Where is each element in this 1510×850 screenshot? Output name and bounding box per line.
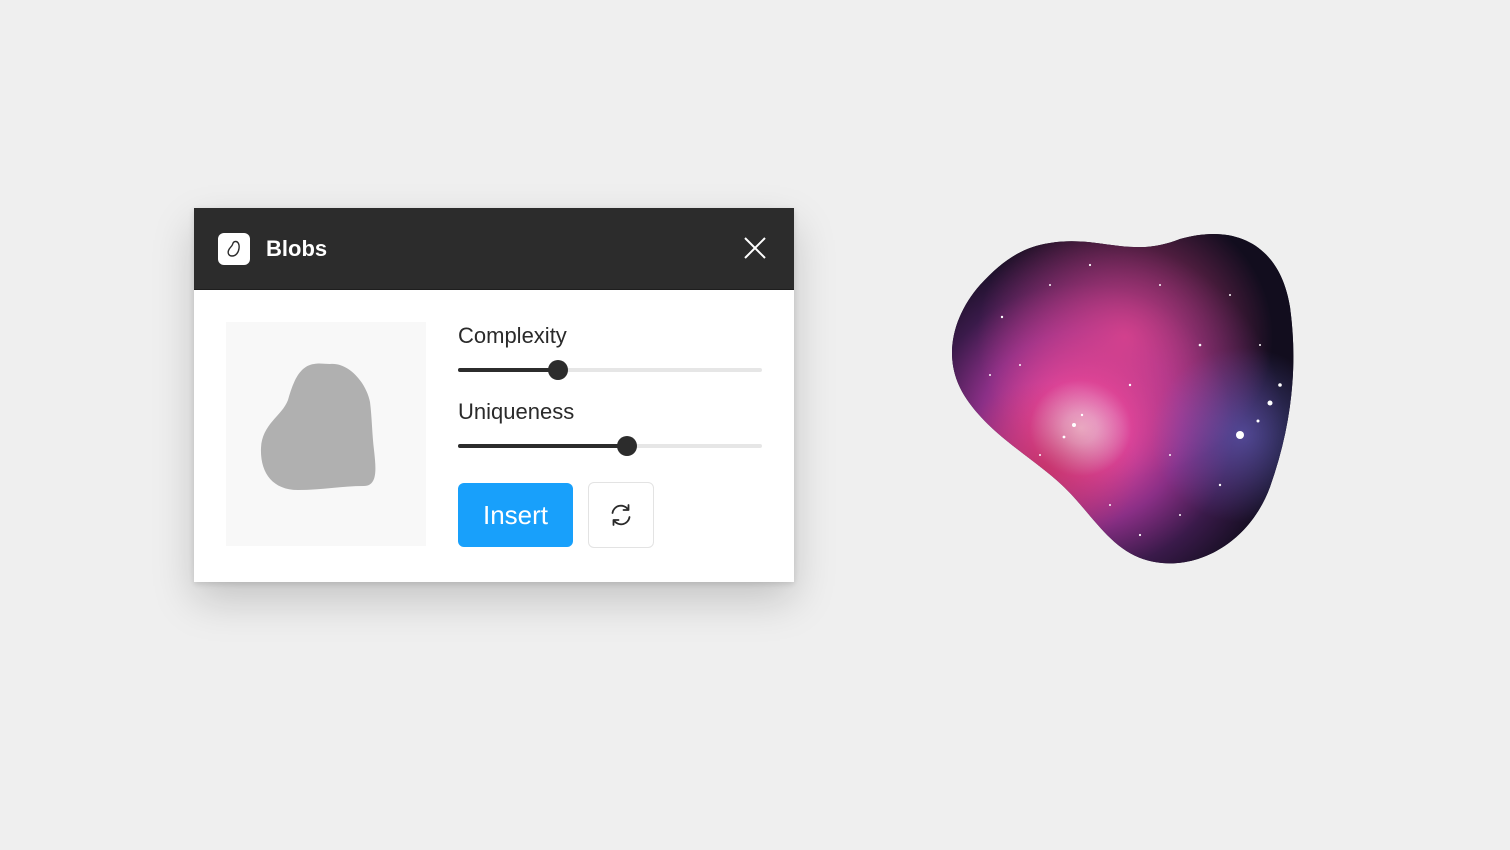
complexity-label: Complexity bbox=[458, 323, 567, 348]
blob-icon bbox=[218, 233, 250, 265]
slider-thumb[interactable] bbox=[616, 436, 637, 456]
controls-panel: Complexity Uniqueness Insert bbox=[458, 322, 762, 548]
nebula-blob-image[interactable] bbox=[940, 225, 1310, 575]
uniqueness-label: Uniqueness bbox=[458, 399, 575, 424]
slider-fill bbox=[458, 368, 559, 372]
slider-thumb[interactable] bbox=[548, 360, 569, 380]
complexity-slider[interactable] bbox=[458, 360, 762, 380]
uniqueness-slider[interactable] bbox=[458, 436, 762, 456]
close-icon[interactable] bbox=[742, 235, 768, 261]
action-buttons: Insert bbox=[458, 482, 654, 548]
insert-button[interactable]: Insert bbox=[458, 483, 573, 547]
blob-preview bbox=[226, 322, 426, 546]
plugin-content: Complexity Uniqueness Insert bbox=[194, 290, 794, 582]
preview-blob-shape bbox=[260, 363, 376, 490]
refresh-icon bbox=[611, 504, 631, 526]
window-title: Blobs bbox=[266, 236, 328, 261]
blobs-plugin-window: Blobs Complexity Uniqueness Insert bbox=[194, 208, 794, 582]
refresh-button[interactable] bbox=[588, 482, 654, 548]
slider-fill bbox=[458, 444, 627, 448]
titlebar: Blobs bbox=[194, 208, 794, 290]
